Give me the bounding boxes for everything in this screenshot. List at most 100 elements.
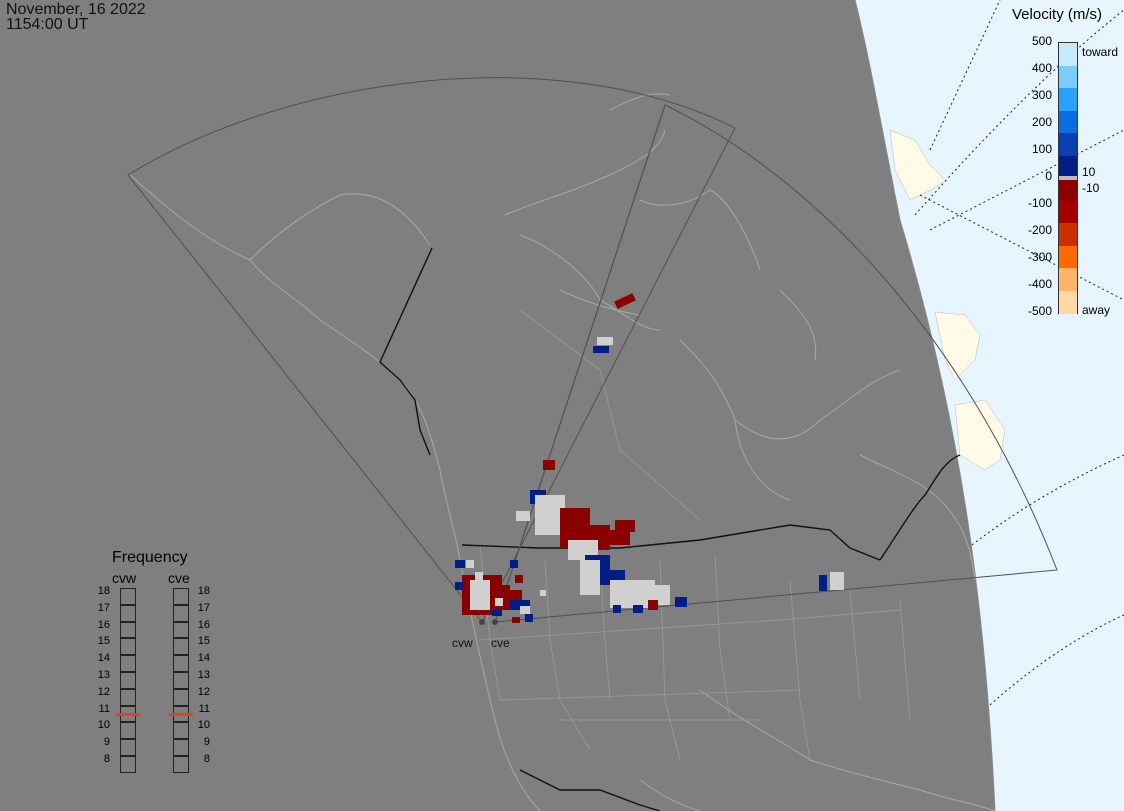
frequency-cell (120, 739, 136, 756)
velocity-cell (510, 560, 518, 568)
velocity-cell (540, 590, 546, 596)
colorbar-threshold-neg: -10 (1082, 181, 1100, 195)
frequency-title: Frequency (112, 549, 188, 566)
frequency-label-left: 9 (103, 736, 110, 749)
frequency-column-cvw: cvw (112, 570, 137, 586)
frequency-cell (120, 621, 136, 639)
frequency-cell (173, 604, 189, 622)
frequency-label-left: 12 (97, 685, 110, 698)
frequency-cell (120, 604, 136, 622)
frequency-marker-cve (169, 712, 193, 716)
frequency-cell (173, 655, 189, 672)
colorbar-threshold-pos: 10 (1082, 165, 1096, 179)
velocity-cell (675, 597, 687, 607)
velocity-cell (492, 610, 502, 616)
velocity-cell (466, 560, 474, 568)
frequency-label-right: 8 (203, 753, 210, 765)
colorbar-segment (1059, 245, 1077, 269)
velocity-cell (516, 511, 530, 521)
velocity-cells (455, 293, 844, 623)
velocity-cell (614, 293, 636, 309)
velocity-cell (512, 617, 520, 623)
frequency-label-right: 16 (197, 618, 210, 631)
frequency-cell (173, 621, 189, 639)
colorbar-segment (1059, 133, 1077, 156)
frequency-label-left: 8 (103, 753, 110, 765)
frequency-cell (120, 655, 136, 672)
daylight-ocean (855, 0, 1124, 811)
velocity-cell (605, 530, 630, 545)
frequency-cell (173, 722, 189, 740)
frequency-cell (173, 739, 189, 756)
colorbar-segment (1059, 200, 1077, 224)
colorbar-title: Velocity (m/s) (1012, 6, 1103, 23)
velocity-cell (615, 520, 635, 532)
velocity-cell (455, 560, 465, 568)
frequency-cell (120, 722, 136, 740)
velocity-cell (633, 605, 643, 613)
frequency-label-right: 11 (198, 702, 210, 715)
colorbar-segment (1059, 43, 1077, 66)
frequency-cell (120, 638, 136, 656)
velocity-cell (819, 575, 827, 591)
colorbar-segment (1059, 268, 1077, 291)
radar-site-cvw (479, 619, 485, 625)
colorbar-segment (1059, 110, 1077, 134)
frequency-label-right: 14 (197, 652, 210, 665)
radar-label-cve: cve (491, 636, 510, 650)
colorbar-tick-label: -500 (1027, 304, 1052, 318)
velocity-cell (543, 460, 555, 470)
frequency-label-left: 18 (97, 585, 110, 597)
colorbar-segment (1059, 290, 1077, 314)
frequency-label-left: 13 (97, 669, 110, 681)
frequency-label-right: 18 (197, 585, 210, 597)
velocity-cell (597, 337, 613, 345)
velocity-cell (470, 580, 490, 610)
colorbar-toward-label: toward (1082, 45, 1119, 59)
colorbar-tick-label: 500 (1031, 34, 1052, 48)
velocity-cell (525, 614, 533, 622)
frequency-label-left: 15 (97, 635, 110, 648)
colorbar-tick-label: 300 (1031, 88, 1052, 102)
colorbar-tick-label: -200 (1027, 223, 1052, 237)
frequency-marker-cvw (116, 712, 140, 716)
colorbar-tick-label: -300 (1027, 250, 1052, 264)
colorbar-tick-label: 0 (1045, 169, 1052, 183)
frequency-label-right: 9 (203, 736, 210, 749)
velocity-cell (455, 582, 463, 590)
frequency-cell (120, 756, 136, 773)
colorbar-tick-label: -100 (1027, 196, 1052, 210)
frequency-cell (173, 672, 189, 689)
frequency-label-left: 11 (98, 702, 110, 715)
velocity-cell (830, 572, 844, 590)
velocity-cell (520, 606, 530, 614)
frequency-label-right: 13 (197, 669, 210, 681)
colorbar-segment (1059, 223, 1077, 246)
frequency-column-cve: cve (168, 570, 190, 586)
velocity-cell (475, 572, 483, 580)
colorbar (1058, 42, 1078, 314)
frequency-label-left: 14 (97, 652, 110, 665)
country-borders (379, 247, 961, 811)
frequency-cell (173, 688, 189, 706)
map-time: 1154:00 UT (6, 16, 89, 33)
colorbar-tick-label: 400 (1031, 61, 1052, 75)
frequency-cell (120, 588, 136, 605)
frequency-label-left: 16 (97, 618, 110, 631)
frequency-label-left: 10 (97, 719, 110, 732)
colorbar-zero-band (1059, 176, 1077, 180)
velocity-cell (593, 346, 609, 353)
velocity-cell (515, 575, 523, 583)
frequency-cell (120, 688, 136, 706)
velocity-cell (495, 598, 503, 606)
colorbar-segment (1059, 65, 1077, 89)
colorbar-tick-label: 100 (1031, 142, 1052, 156)
frequency-label-left: 17 (97, 601, 110, 614)
colorbar-segment (1059, 88, 1077, 111)
velocity-cell (613, 605, 621, 613)
colorbar-tick-label: 200 (1031, 115, 1052, 129)
radar-label-cvw: cvw (452, 636, 473, 650)
frequency-cell (173, 588, 189, 605)
colorbar-segment (1059, 178, 1077, 201)
velocity-cell (580, 560, 600, 595)
